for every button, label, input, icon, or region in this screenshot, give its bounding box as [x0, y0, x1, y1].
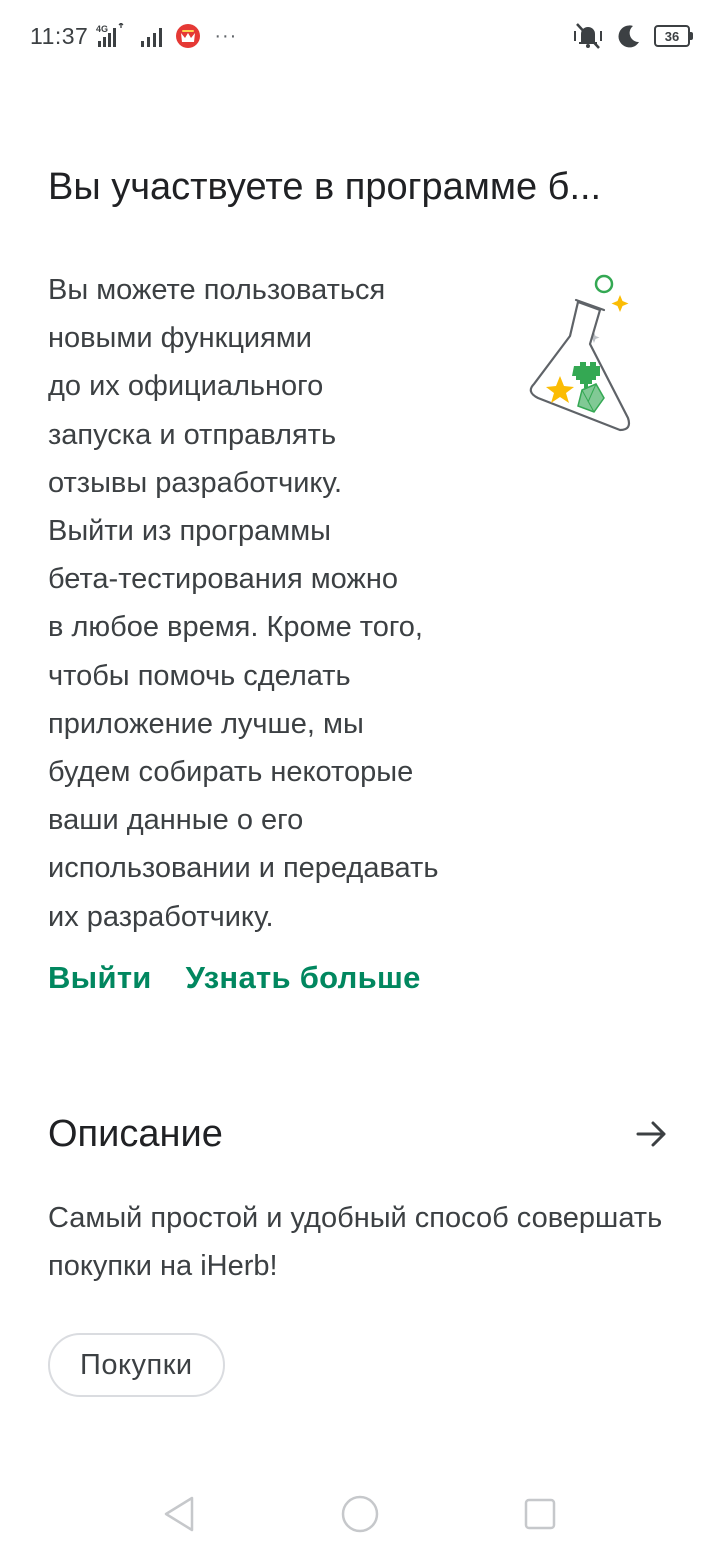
beta-actions: Выйти Узнать больше — [48, 960, 421, 996]
vibrate-off-icon — [574, 23, 602, 49]
learn-more-button[interactable]: Узнать больше — [186, 960, 421, 996]
moon-icon — [618, 25, 639, 48]
home-circle-icon[interactable] — [336, 1490, 384, 1538]
status-left: 11:37 4G ··· — [30, 20, 237, 52]
description-text: Самый простой и удобный способ совершать… — [48, 1202, 663, 1282]
beta-program-description: Вы можете пользоваться новыми функциями … — [48, 274, 439, 933]
back-triangle-icon[interactable] — [156, 1490, 204, 1538]
signal-bars-icon — [141, 28, 163, 47]
arrow-right-icon[interactable] — [632, 1114, 672, 1154]
more-notifications-icon: ··· — [214, 24, 238, 47]
recents-square-icon[interactable] — [516, 1490, 564, 1538]
description-title: Описание — [48, 1112, 223, 1155]
battery-indicator: 36 — [654, 25, 693, 47]
signal-4g-icon: 4G — [96, 23, 124, 47]
description-header[interactable]: Описание — [48, 1106, 672, 1162]
status-right: 36 — [572, 20, 693, 52]
navigation-bar — [0, 1468, 720, 1560]
category-chip-shopping[interactable]: Покупки — [48, 1333, 225, 1397]
beta-flask-icon — [529, 274, 631, 432]
network-type-label: 4G — [96, 24, 108, 34]
app-notification-icon — [176, 24, 201, 48]
status-time: 11:37 — [30, 22, 89, 49]
status-bar: 11:37 4G ··· 36 — [0, 0, 720, 72]
beta-program-title: Вы участвуете в программе б... — [48, 166, 602, 208]
leave-beta-button[interactable]: Выйти — [48, 960, 152, 996]
